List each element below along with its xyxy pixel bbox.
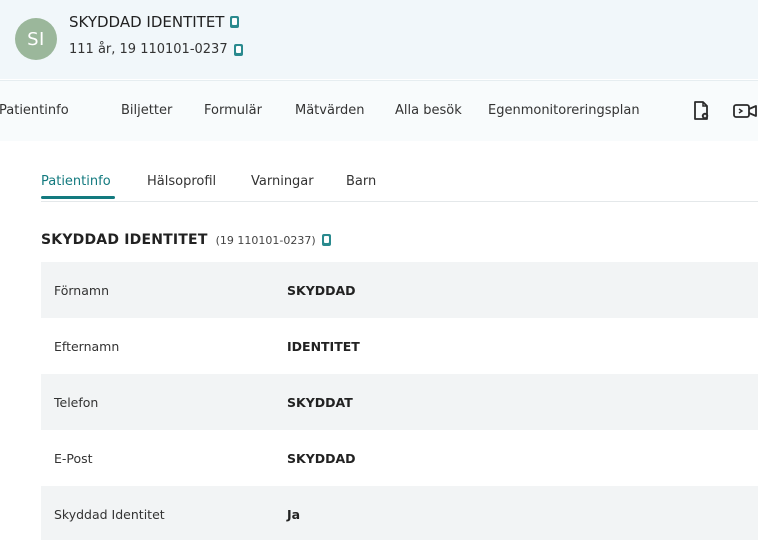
table-row: Telefon SKYDDAT xyxy=(41,374,758,430)
section-patient-name: SKYDDAD IDENTITET xyxy=(41,232,208,248)
row-label: Skyddad Identitet xyxy=(54,506,165,522)
tab-varningar[interactable]: Varningar xyxy=(251,174,314,197)
row-value: SKYDDAT xyxy=(287,394,353,410)
tab-halsoprofil[interactable]: Hälsoprofil xyxy=(147,174,216,197)
patient-age-id-line: 111 år, 19 110101-0237 xyxy=(69,42,244,57)
avatar: SI xyxy=(15,18,57,60)
patient-name: SKYDDAD IDENTITET xyxy=(69,13,225,31)
copy-icon[interactable] xyxy=(233,43,244,57)
app-root: SI SKYDDAD IDENTITET 111 år, 19 110101-0… xyxy=(0,0,758,540)
copy-icon[interactable] xyxy=(229,15,240,29)
active-tab-indicator xyxy=(41,196,115,199)
patient-name-line: SKYDDAD IDENTITET xyxy=(69,13,240,31)
row-value: IDENTITET xyxy=(287,338,360,354)
row-value: SKYDDAD xyxy=(287,450,356,466)
table-row: Skyddad Identitet Ja xyxy=(41,486,758,540)
section-title: SKYDDAD IDENTITET (19 110101-0237) xyxy=(41,232,332,248)
row-label: Efternamn xyxy=(54,338,120,354)
row-value: Ja xyxy=(287,506,301,522)
patient-header: SI SKYDDAD IDENTITET 111 år, 19 110101-0… xyxy=(0,0,758,79)
row-label: Förnamn xyxy=(54,282,109,298)
nav-item-egenmonitoreringsplan[interactable]: Egenmonitoreringsplan xyxy=(488,81,640,141)
nav-item-patientinfo[interactable]: Patientinfo xyxy=(0,81,69,141)
main-nav: Patientinfo Biljetter Formulär Mätvärden… xyxy=(0,80,758,141)
table-row: E-Post SKYDDAD xyxy=(41,430,758,486)
section-patient-id: (19 110101-0237) xyxy=(215,233,316,247)
row-label: Telefon xyxy=(54,394,99,410)
nav-item-matvarden[interactable]: Mätvärden xyxy=(295,81,365,141)
document-icon[interactable] xyxy=(692,101,710,125)
patient-info-table: Förnamn SKYDDAD Efternamn IDENTITET Tele… xyxy=(41,262,758,540)
tab-patientinfo[interactable]: Patientinfo xyxy=(41,174,111,197)
row-value: SKYDDAD xyxy=(287,282,356,298)
copy-icon[interactable] xyxy=(321,233,332,247)
sub-tabs: Patientinfo Hälsoprofil Varningar Barn xyxy=(41,168,758,202)
nav-item-biljetter[interactable]: Biljetter xyxy=(121,81,172,141)
row-label: E-Post xyxy=(54,450,93,466)
tab-barn[interactable]: Barn xyxy=(346,174,376,197)
video-call-icon[interactable] xyxy=(733,103,758,123)
table-row: Förnamn SKYDDAD xyxy=(41,262,758,318)
nav-item-alla-besok[interactable]: Alla besök xyxy=(395,81,462,141)
patient-age-id: 111 år, 19 110101-0237 xyxy=(69,42,228,57)
table-row: Efternamn IDENTITET xyxy=(41,318,758,374)
nav-item-formular[interactable]: Formulär xyxy=(204,81,262,141)
